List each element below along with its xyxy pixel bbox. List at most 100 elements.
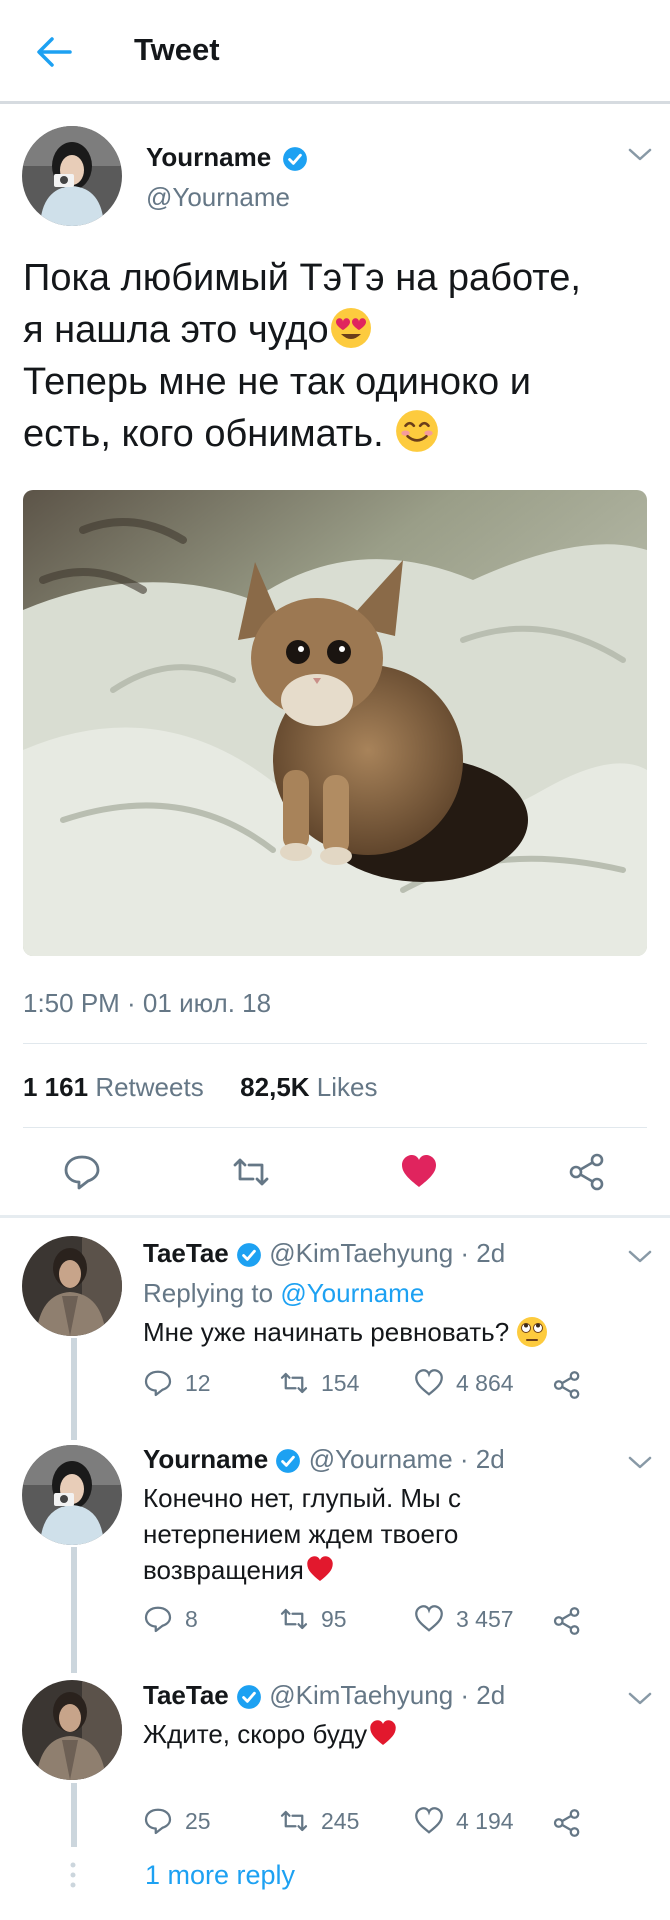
heart-outline-icon xyxy=(415,1369,443,1396)
likes-count: 82,5K xyxy=(240,1072,310,1102)
tweet-text-line: я нашла это чудо xyxy=(23,304,653,356)
reply-text-line: Конечно нет, глупый. Мы с xyxy=(143,1483,461,1513)
verified-badge-icon xyxy=(237,1685,261,1710)
reply-text: Мне уже начинать ревновать? xyxy=(143,1314,603,1350)
replying-to-handle[interactable]: @Yourname xyxy=(280,1278,424,1308)
reply-header: TaeTae @KimTaehyung · 2d xyxy=(143,1680,505,1711)
tweet-text-line: Теперь мне не так одиноко и xyxy=(23,361,531,403)
divider xyxy=(23,1043,647,1044)
heart-eyes-emoji-icon xyxy=(330,308,371,348)
engagement-counts: 1 161 Retweets 82,5K Likes xyxy=(23,1072,378,1103)
reply-author-handle: @KimTaehyung · 2d xyxy=(269,1238,506,1268)
divider xyxy=(23,1127,647,1128)
tweet-photo[interactable] xyxy=(23,490,647,956)
reply-author-name[interactable]: Yourname xyxy=(143,1444,268,1474)
retweet-count-button[interactable]: 245 xyxy=(279,1806,359,1836)
author-name-row[interactable]: Yourname xyxy=(146,142,308,173)
more-replies-dots-icon xyxy=(70,1862,76,1888)
retweet-count: 95 xyxy=(321,1605,347,1632)
like-icon[interactable] xyxy=(399,1152,439,1192)
chevron-down-icon[interactable] xyxy=(626,1454,654,1472)
reply-count-button[interactable]: 25 xyxy=(143,1806,211,1836)
reply-icon xyxy=(144,1370,172,1397)
red-heart-emoji-icon xyxy=(370,1720,396,1745)
reply-author-name[interactable]: TaeTae xyxy=(143,1238,229,1268)
heart-outline-icon xyxy=(415,1605,443,1632)
reply-count: 8 xyxy=(185,1605,198,1632)
verified-badge-icon xyxy=(283,147,308,172)
share-icon[interactable] xyxy=(567,1152,607,1192)
verified-badge-icon xyxy=(276,1449,301,1474)
retweets-count: 1 161 xyxy=(23,1072,89,1102)
reply-author-handle: @Yourname · 2d xyxy=(308,1444,505,1474)
reply-header: Yourname @Yourname · 2d xyxy=(143,1444,505,1475)
retweet-icon xyxy=(280,1372,308,1394)
like-count-button[interactable]: 4 194 xyxy=(414,1806,514,1836)
reply-icon xyxy=(144,1808,172,1835)
replying-to: Replying to @Yourname xyxy=(143,1278,424,1309)
reply-avatar[interactable] xyxy=(22,1445,122,1545)
retweets-label: Retweets xyxy=(95,1072,204,1102)
like-count: 3 457 xyxy=(456,1605,514,1632)
retweet-icon xyxy=(280,1608,308,1630)
tweet-text-line: есть, кого обнимать. xyxy=(23,408,653,460)
likes-label: Likes xyxy=(316,1072,378,1102)
share-icon[interactable] xyxy=(552,1370,582,1400)
reply-count: 12 xyxy=(185,1369,211,1396)
share-icon[interactable] xyxy=(552,1808,582,1838)
tweet-text-line: Пока любимый ТэТэ на работе, xyxy=(23,257,581,299)
author-avatar[interactable] xyxy=(22,126,122,226)
reply-count-button[interactable]: 8 xyxy=(143,1604,198,1634)
reply-icon[interactable] xyxy=(62,1152,102,1192)
like-count-button[interactable]: 4 864 xyxy=(414,1368,514,1398)
reply-text-line: нетерпением ждем твоего xyxy=(143,1519,459,1549)
retweet-icon[interactable] xyxy=(231,1152,271,1192)
reply-avatar[interactable] xyxy=(22,1680,122,1780)
retweet-count: 154 xyxy=(321,1369,360,1396)
reply-text: Ждите, скоро буду xyxy=(143,1716,603,1752)
retweet-count-button[interactable]: 154 xyxy=(279,1368,359,1398)
thread-line xyxy=(71,1338,77,1440)
reply-text-fragment: возвращения xyxy=(143,1555,304,1585)
replying-to-label: Replying to xyxy=(143,1278,274,1308)
tweet-text: Пока любимый ТэТэ на работе, я нашла это… xyxy=(23,252,653,460)
reply-text: Конечно нет, глупый. Мы с нетерпением жд… xyxy=(143,1480,603,1588)
chevron-down-icon[interactable] xyxy=(626,1248,654,1266)
reply-count-button[interactable]: 12 xyxy=(143,1368,211,1398)
retweet-icon xyxy=(280,1810,308,1832)
retweets-stat[interactable]: 1 161 Retweets xyxy=(23,1072,204,1102)
tweet-text-fragment: я нашла это чудо xyxy=(23,309,329,351)
heart-outline-icon xyxy=(415,1807,443,1834)
chevron-down-icon[interactable] xyxy=(626,1690,654,1708)
tweet-timestamp: 1:50 PM · 01 июл. 18 xyxy=(23,988,272,1018)
retweet-count: 245 xyxy=(321,1807,360,1834)
like-count: 4 194 xyxy=(456,1807,514,1834)
reply-author-handle: @KimTaehyung · 2d xyxy=(269,1680,506,1710)
section-divider xyxy=(0,1215,670,1218)
like-count: 4 864 xyxy=(456,1369,514,1396)
thread-line xyxy=(71,1547,77,1673)
verified-badge-icon xyxy=(237,1243,261,1268)
reply-header: TaeTae @KimTaehyung · 2d xyxy=(143,1238,505,1269)
tweet-text-fragment: есть, кого обнимать. xyxy=(23,413,384,455)
likes-stat[interactable]: 82,5K Likes xyxy=(240,1072,377,1102)
like-count-button[interactable]: 3 457 xyxy=(414,1604,514,1634)
reply-icon xyxy=(144,1606,172,1633)
back-arrow-icon[interactable] xyxy=(34,32,74,72)
thread-line xyxy=(71,1783,77,1847)
share-icon[interactable] xyxy=(552,1606,582,1636)
reply-text-line: возвращения xyxy=(143,1552,603,1588)
author-handle: @Yourname xyxy=(146,182,290,212)
chevron-down-icon[interactable] xyxy=(626,146,654,164)
reply-text-fragment: Мне уже начинать ревновать? xyxy=(143,1317,510,1347)
top-bar: Tweet xyxy=(0,0,670,104)
reply-author-name[interactable]: TaeTae xyxy=(143,1680,229,1710)
red-heart-emoji-icon xyxy=(307,1556,333,1581)
reply-text-fragment: Ждите, скоро буду xyxy=(143,1719,368,1749)
eye-roll-emoji-icon xyxy=(517,1317,548,1347)
author-name: Yourname xyxy=(146,142,272,172)
smiling-emoji-icon xyxy=(396,410,439,452)
retweet-count-button[interactable]: 95 xyxy=(279,1604,347,1634)
reply-avatar[interactable] xyxy=(22,1236,122,1336)
show-more-replies-link[interactable]: 1 more reply xyxy=(145,1860,295,1891)
